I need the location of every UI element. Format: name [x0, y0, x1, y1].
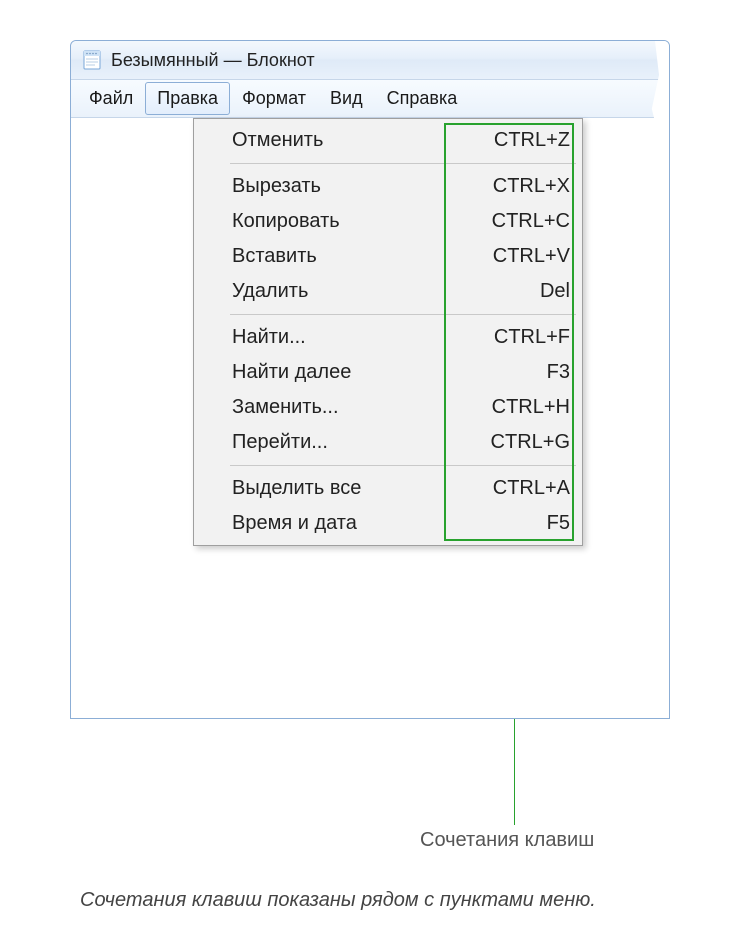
menu-item-label: Найти...: [232, 326, 460, 349]
menu-help[interactable]: Справка: [375, 82, 470, 115]
menu-item-shortcut: F5: [460, 512, 570, 535]
callout-label: Сочетания клавиш: [420, 829, 594, 852]
menu-item-label: Отменить: [232, 129, 460, 152]
menu-item-find-next[interactable]: Найти далее F3: [196, 355, 580, 390]
menu-view[interactable]: Вид: [318, 82, 375, 115]
menu-item-label: Перейти...: [232, 431, 460, 454]
menu-separator: [230, 314, 576, 315]
menu-separator: [230, 465, 576, 466]
menubar: Файл Правка Формат Вид Справка: [71, 80, 669, 118]
callout-connector-line: [514, 719, 515, 825]
menu-item-label: Время и дата: [232, 512, 460, 535]
menu-item-shortcut: CTRL+V: [460, 245, 570, 268]
menu-item-label: Копировать: [232, 210, 460, 233]
menu-item-shortcut: CTRL+H: [460, 396, 570, 419]
menu-item-delete[interactable]: Удалить Del: [196, 274, 580, 309]
notepad-icon: [81, 49, 103, 71]
menu-edit[interactable]: Правка: [145, 82, 230, 115]
menu-format[interactable]: Формат: [230, 82, 318, 115]
menu-item-copy[interactable]: Копировать CTRL+C: [196, 204, 580, 239]
menu-item-replace[interactable]: Заменить... CTRL+H: [196, 390, 580, 425]
menu-item-label: Вставить: [232, 245, 460, 268]
menu-item-shortcut: Del: [460, 280, 570, 303]
menu-item-shortcut: CTRL+C: [460, 210, 570, 233]
menu-item-label: Удалить: [232, 280, 460, 303]
notepad-window: Безымянный — Блокнот Файл Правка Формат …: [70, 40, 670, 719]
text-area[interactable]: Отменить CTRL+Z Вырезать CTRL+X Копирова…: [71, 118, 669, 718]
menu-item-shortcut: CTRL+X: [460, 175, 570, 198]
titlebar[interactable]: Безымянный — Блокнот: [71, 41, 669, 80]
menu-item-time-date[interactable]: Время и дата F5: [196, 506, 580, 541]
menu-file[interactable]: Файл: [77, 82, 145, 115]
menu-item-label: Выделить все: [232, 477, 460, 500]
menu-item-shortcut: CTRL+Z: [460, 129, 570, 152]
window-title: Безымянный — Блокнот: [111, 50, 315, 71]
menu-item-shortcut: CTRL+G: [460, 431, 570, 454]
menu-item-shortcut: CTRL+A: [460, 477, 570, 500]
figure-caption: Сочетания клавиш показаны рядом с пункта…: [80, 889, 716, 912]
menu-separator: [230, 163, 576, 164]
menu-item-label: Вырезать: [232, 175, 460, 198]
menu-item-label: Найти далее: [232, 361, 460, 384]
edit-dropdown-menu: Отменить CTRL+Z Вырезать CTRL+X Копирова…: [193, 118, 583, 546]
menu-item-shortcut: CTRL+F: [460, 326, 570, 349]
menu-item-label: Заменить...: [232, 396, 460, 419]
menu-item-paste[interactable]: Вставить CTRL+V: [196, 239, 580, 274]
menu-item-shortcut: F3: [460, 361, 570, 384]
menu-item-find[interactable]: Найти... CTRL+F: [196, 320, 580, 355]
menu-item-goto[interactable]: Перейти... CTRL+G: [196, 425, 580, 460]
menu-item-undo[interactable]: Отменить CTRL+Z: [196, 123, 580, 158]
menu-item-cut[interactable]: Вырезать CTRL+X: [196, 169, 580, 204]
menu-item-select-all[interactable]: Выделить все CTRL+A: [196, 471, 580, 506]
